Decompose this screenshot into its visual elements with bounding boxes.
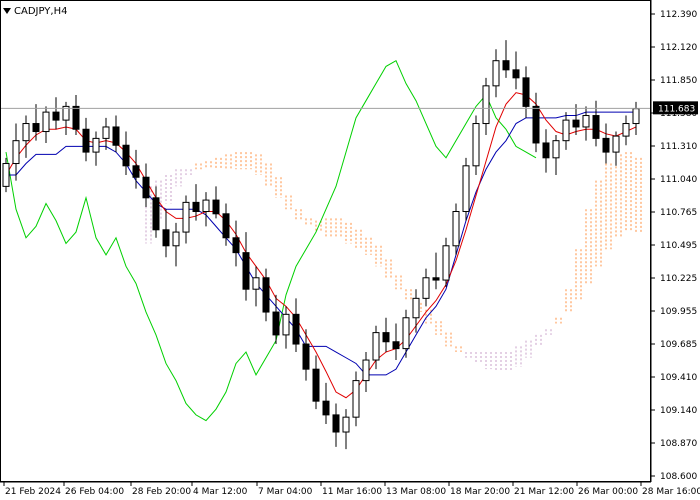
candle-body bbox=[292, 313, 300, 345]
y-tick-label: 109.955 bbox=[660, 307, 697, 317]
candle-body bbox=[352, 380, 360, 418]
y-tick-label: 111.850 bbox=[660, 76, 697, 86]
candle-body bbox=[322, 400, 330, 416]
candle-body bbox=[392, 341, 400, 350]
candle-body bbox=[182, 201, 190, 233]
candle-body bbox=[132, 165, 140, 178]
candle-body bbox=[192, 201, 200, 213]
candle-body bbox=[282, 313, 290, 336]
candle-body bbox=[532, 105, 540, 144]
candle-body bbox=[122, 144, 130, 167]
candle-body bbox=[592, 115, 600, 139]
candle-body bbox=[582, 115, 590, 128]
x-tick-label: 7 Mar 04:00 bbox=[258, 487, 313, 497]
candle-body bbox=[452, 211, 460, 247]
candle-body bbox=[432, 277, 440, 281]
candle-body bbox=[332, 414, 340, 433]
candle-body bbox=[32, 123, 40, 133]
candle-body bbox=[162, 229, 170, 247]
x-tick-label: 26 Feb 04:00 bbox=[65, 487, 124, 497]
candle-body bbox=[152, 197, 160, 231]
x-tick-label: 26 Mar 00:00 bbox=[578, 487, 638, 497]
candle-body bbox=[222, 213, 230, 239]
candle-body bbox=[302, 343, 310, 370]
candle-body bbox=[212, 199, 220, 215]
candle-body bbox=[552, 140, 560, 159]
candle-body bbox=[202, 199, 210, 213]
candle-body bbox=[262, 277, 270, 313]
y-tick-label: 108.870 bbox=[660, 439, 697, 449]
candle-body bbox=[502, 60, 510, 71]
x-tick-label: 21 Mar 12:00 bbox=[514, 487, 574, 497]
candle-body bbox=[602, 137, 610, 153]
candle-body bbox=[172, 231, 180, 247]
candle-body bbox=[612, 135, 620, 153]
x-tick-label: 28 Feb 20:00 bbox=[132, 487, 191, 497]
candle-body bbox=[442, 245, 450, 281]
candle-body bbox=[342, 416, 350, 433]
candle-body bbox=[272, 311, 280, 336]
candle-body bbox=[542, 142, 550, 159]
candle-body bbox=[522, 77, 530, 107]
candle-body bbox=[72, 105, 80, 130]
y-tick-label: 112.120 bbox=[660, 43, 697, 53]
candle-body bbox=[232, 237, 240, 254]
candle-body bbox=[112, 126, 120, 146]
x-axis: 21 Feb 2024 26 Feb 04:00 28 Feb 20:00 4 Mar… bbox=[3, 482, 700, 497]
y-tick-label: 110.765 bbox=[660, 208, 697, 218]
candle-body bbox=[22, 123, 30, 142]
x-tick-label: 18 Mar 20:00 bbox=[450, 487, 510, 497]
x-tick-label: 21 Feb 2024 bbox=[5, 487, 61, 497]
x-tick-label: 28 Mar 16:00 bbox=[642, 487, 700, 497]
candle-body bbox=[622, 123, 630, 137]
candle-body bbox=[412, 297, 420, 319]
y-tick-label: 110.225 bbox=[660, 274, 697, 284]
candle-body bbox=[462, 165, 470, 213]
candle-body bbox=[142, 176, 150, 199]
y-tick-label: 108.600 bbox=[660, 472, 697, 482]
y-tick-label: 109.410 bbox=[660, 373, 697, 383]
candle-body bbox=[312, 368, 320, 402]
symbol-label: CADJPY,H4 bbox=[14, 6, 67, 17]
price-chart[interactable]: 112.390112.120111.850111.580111.310111.0… bbox=[0, 0, 700, 500]
candle-body bbox=[492, 60, 500, 87]
candle-body bbox=[2, 163, 10, 187]
x-tick-label: 11 Mar 16:00 bbox=[322, 487, 382, 497]
candle-body bbox=[82, 128, 90, 153]
candle-body bbox=[562, 119, 570, 142]
y-tick-label: 109.685 bbox=[660, 340, 697, 350]
candle-body bbox=[572, 119, 580, 128]
candle-body bbox=[402, 317, 410, 350]
y-tick-label: 109.140 bbox=[660, 406, 697, 416]
candle-body bbox=[372, 332, 380, 361]
candle-body bbox=[102, 126, 110, 139]
candle-body bbox=[512, 69, 520, 79]
candle-body bbox=[632, 108, 640, 125]
candle-body bbox=[42, 111, 50, 133]
candle-body bbox=[382, 332, 390, 343]
y-tick-label: 111.040 bbox=[660, 175, 697, 185]
candle-body bbox=[92, 137, 100, 153]
y-axis: 112.390112.120111.850111.580111.310111.0… bbox=[651, 10, 697, 482]
x-tick-label: 4 Mar 12:00 bbox=[193, 487, 248, 497]
price-tag-label: 111.683 bbox=[658, 104, 695, 114]
candle-body bbox=[482, 85, 490, 125]
candle-body bbox=[12, 140, 20, 165]
y-tick-label: 112.390 bbox=[660, 10, 697, 20]
y-tick-label: 111.310 bbox=[660, 142, 697, 152]
price-tag: 111.683 bbox=[653, 101, 698, 115]
candle-body bbox=[422, 277, 430, 299]
candle-body bbox=[252, 277, 260, 290]
y-tick-label: 110.495 bbox=[660, 241, 697, 251]
candle-body bbox=[472, 123, 480, 167]
x-tick-label: 13 Mar 08:00 bbox=[386, 487, 446, 497]
candle-body bbox=[362, 359, 370, 382]
candle-body bbox=[242, 252, 250, 290]
candle-body bbox=[52, 111, 60, 121]
